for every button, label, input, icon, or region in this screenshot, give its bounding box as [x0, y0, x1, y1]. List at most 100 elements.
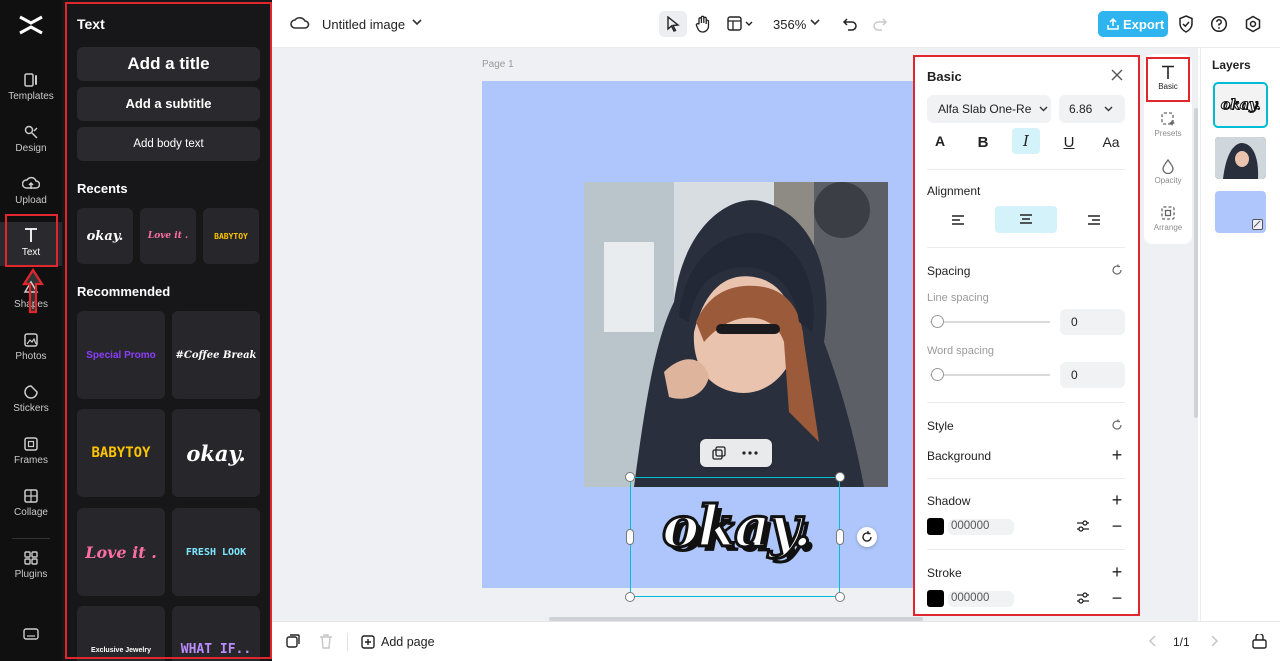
select-tool-button[interactable] — [659, 11, 687, 37]
rotate-handle[interactable] — [857, 527, 877, 547]
layer-thumb-text[interactable]: okay. — [1213, 82, 1268, 128]
vertical-scrollbar[interactable] — [1194, 108, 1198, 418]
rail-item-design[interactable]: Design — [0, 120, 62, 166]
document-title[interactable]: Untitled image — [322, 17, 405, 32]
zoom-level[interactable]: 356% — [773, 17, 806, 32]
rail-label: Text — [21, 247, 41, 258]
hand-tool-icon[interactable] — [695, 15, 711, 38]
rail-item-collage[interactable]: Collage — [0, 484, 62, 530]
stroke-label: Stroke — [927, 566, 962, 580]
close-icon[interactable] — [1105, 63, 1129, 87]
font-family-select[interactable]: Alfa Slab One-Re — [927, 95, 1051, 123]
shield-icon[interactable] — [1178, 15, 1194, 38]
rail-item-frames[interactable]: Frames — [0, 432, 62, 478]
add-title-button[interactable]: Add a title — [77, 47, 260, 81]
shadow-color-value: 000000 — [951, 520, 990, 532]
shadow-adjust-icon[interactable] — [1071, 514, 1095, 538]
recommended-text-preset[interactable]: FRESH LOOK — [172, 508, 260, 596]
add-background-icon[interactable]: + — [1105, 443, 1129, 467]
align-right-icon[interactable] — [1082, 208, 1106, 232]
text-case-icon[interactable]: Aa — [1099, 130, 1123, 154]
add-page-button[interactable]: Add page — [361, 633, 451, 651]
rail-item-upload[interactable]: Upload — [0, 172, 62, 218]
chevron-down-icon[interactable] — [412, 15, 422, 34]
layout-icon[interactable] — [727, 16, 755, 37]
resize-handle[interactable] — [835, 592, 845, 602]
word-spacing-input[interactable]: 0 — [1060, 362, 1125, 388]
side-handle[interactable] — [626, 529, 634, 545]
slider-thumb[interactable] — [931, 368, 944, 381]
prev-page-icon[interactable] — [1148, 634, 1158, 653]
align-left-icon[interactable] — [946, 208, 970, 232]
reset-icon[interactable] — [1105, 413, 1129, 437]
rail-item-photos[interactable]: Photos — [0, 328, 62, 374]
reset-icon[interactable] — [1105, 258, 1129, 282]
remove-stroke-icon[interactable]: − — [1105, 586, 1129, 610]
settings-icon[interactable] — [1244, 15, 1262, 38]
shadow-color-input[interactable]: 000000 — [948, 519, 1014, 535]
recommended-text-preset[interactable]: WHAT IF.. — [172, 606, 260, 661]
capcut-logo[interactable] — [17, 13, 45, 42]
rail-item-stickers[interactable]: Stickers — [0, 380, 62, 426]
side-handle[interactable] — [836, 529, 844, 545]
remove-shadow-icon[interactable]: − — [1105, 514, 1129, 538]
text-color-icon[interactable]: A — [928, 129, 952, 153]
add-body-text-button[interactable]: Add body text — [77, 127, 260, 161]
line-spacing-input[interactable]: 0 — [1060, 309, 1125, 335]
rail-item-plugins[interactable]: Plugins — [0, 546, 62, 592]
font-size-select[interactable]: 6.86 — [1059, 95, 1125, 123]
italic-icon[interactable]: I — [1012, 128, 1040, 154]
shadow-color-swatch[interactable] — [927, 518, 944, 535]
resize-handle[interactable] — [835, 472, 845, 482]
text-layer-selected[interactable]: okay. — [630, 477, 840, 597]
slider-thumb[interactable] — [931, 315, 944, 328]
design-page[interactable]: okay. — [482, 81, 920, 602]
stroke-color-swatch[interactable] — [927, 590, 944, 607]
next-page-icon[interactable] — [1209, 634, 1219, 653]
recommended-text-preset[interactable]: Exclusive Jewelry — [77, 606, 165, 661]
export-button[interactable]: Export — [1098, 11, 1168, 37]
rail-item-templates[interactable]: Templates — [0, 68, 62, 114]
bold-icon[interactable]: B — [971, 130, 995, 154]
preset-label: okay. — [86, 228, 124, 244]
layer-thumb-background[interactable] — [1215, 191, 1266, 233]
duplicate-icon[interactable] — [712, 446, 726, 460]
recommended-text-preset[interactable]: Love it . — [77, 508, 165, 596]
rail-item-text[interactable]: Text — [0, 222, 62, 266]
add-shadow-icon[interactable]: + — [1105, 488, 1129, 512]
add-stroke-icon[interactable]: + — [1105, 560, 1129, 584]
recommended-text-preset[interactable]: Special Promo — [77, 311, 165, 399]
line-spacing-slider[interactable] — [930, 321, 1050, 323]
stroke-adjust-icon[interactable] — [1071, 586, 1095, 610]
zoom-chevron-icon[interactable] — [810, 15, 820, 34]
tab-basic[interactable]: Basic — [1144, 58, 1192, 104]
tab-presets[interactable]: Presets — [1144, 105, 1192, 151]
page-manager-icon[interactable] — [286, 634, 300, 653]
align-center-button[interactable] — [995, 206, 1057, 233]
canvas-text: okay. — [660, 493, 813, 562]
collage-icon — [24, 489, 38, 503]
redo-icon[interactable] — [872, 16, 888, 37]
underline-icon[interactable]: U — [1057, 130, 1081, 154]
help-icon[interactable] — [1210, 15, 1228, 38]
keyboard-icon[interactable] — [23, 627, 39, 646]
undo-icon[interactable] — [842, 16, 858, 37]
add-subtitle-button[interactable]: Add a subtitle — [77, 87, 260, 121]
recommended-text-preset[interactable]: #Coffee Break — [172, 311, 260, 399]
resize-handle[interactable] — [625, 472, 635, 482]
stroke-color-input[interactable]: 000000 — [948, 591, 1014, 607]
tab-opacity[interactable]: Opacity — [1144, 152, 1192, 198]
recent-text-preset[interactable]: okay. — [77, 208, 133, 264]
recent-text-preset[interactable]: Love it . — [140, 208, 196, 264]
layers-toggle-icon[interactable] — [1252, 632, 1267, 654]
layer-thumb-photo[interactable] — [1215, 137, 1266, 179]
cloud-save-icon[interactable] — [290, 15, 310, 36]
recommended-text-preset[interactable]: BABYTOY — [77, 409, 165, 497]
delete-icon[interactable] — [319, 634, 333, 654]
recommended-text-preset[interactable]: okay. — [172, 409, 260, 497]
tab-arrange[interactable]: Arrange — [1144, 199, 1192, 245]
recent-text-preset[interactable]: BABYTOY — [203, 208, 259, 264]
more-icon[interactable] — [742, 451, 758, 455]
resize-handle[interactable] — [625, 592, 635, 602]
word-spacing-slider[interactable] — [930, 374, 1050, 376]
